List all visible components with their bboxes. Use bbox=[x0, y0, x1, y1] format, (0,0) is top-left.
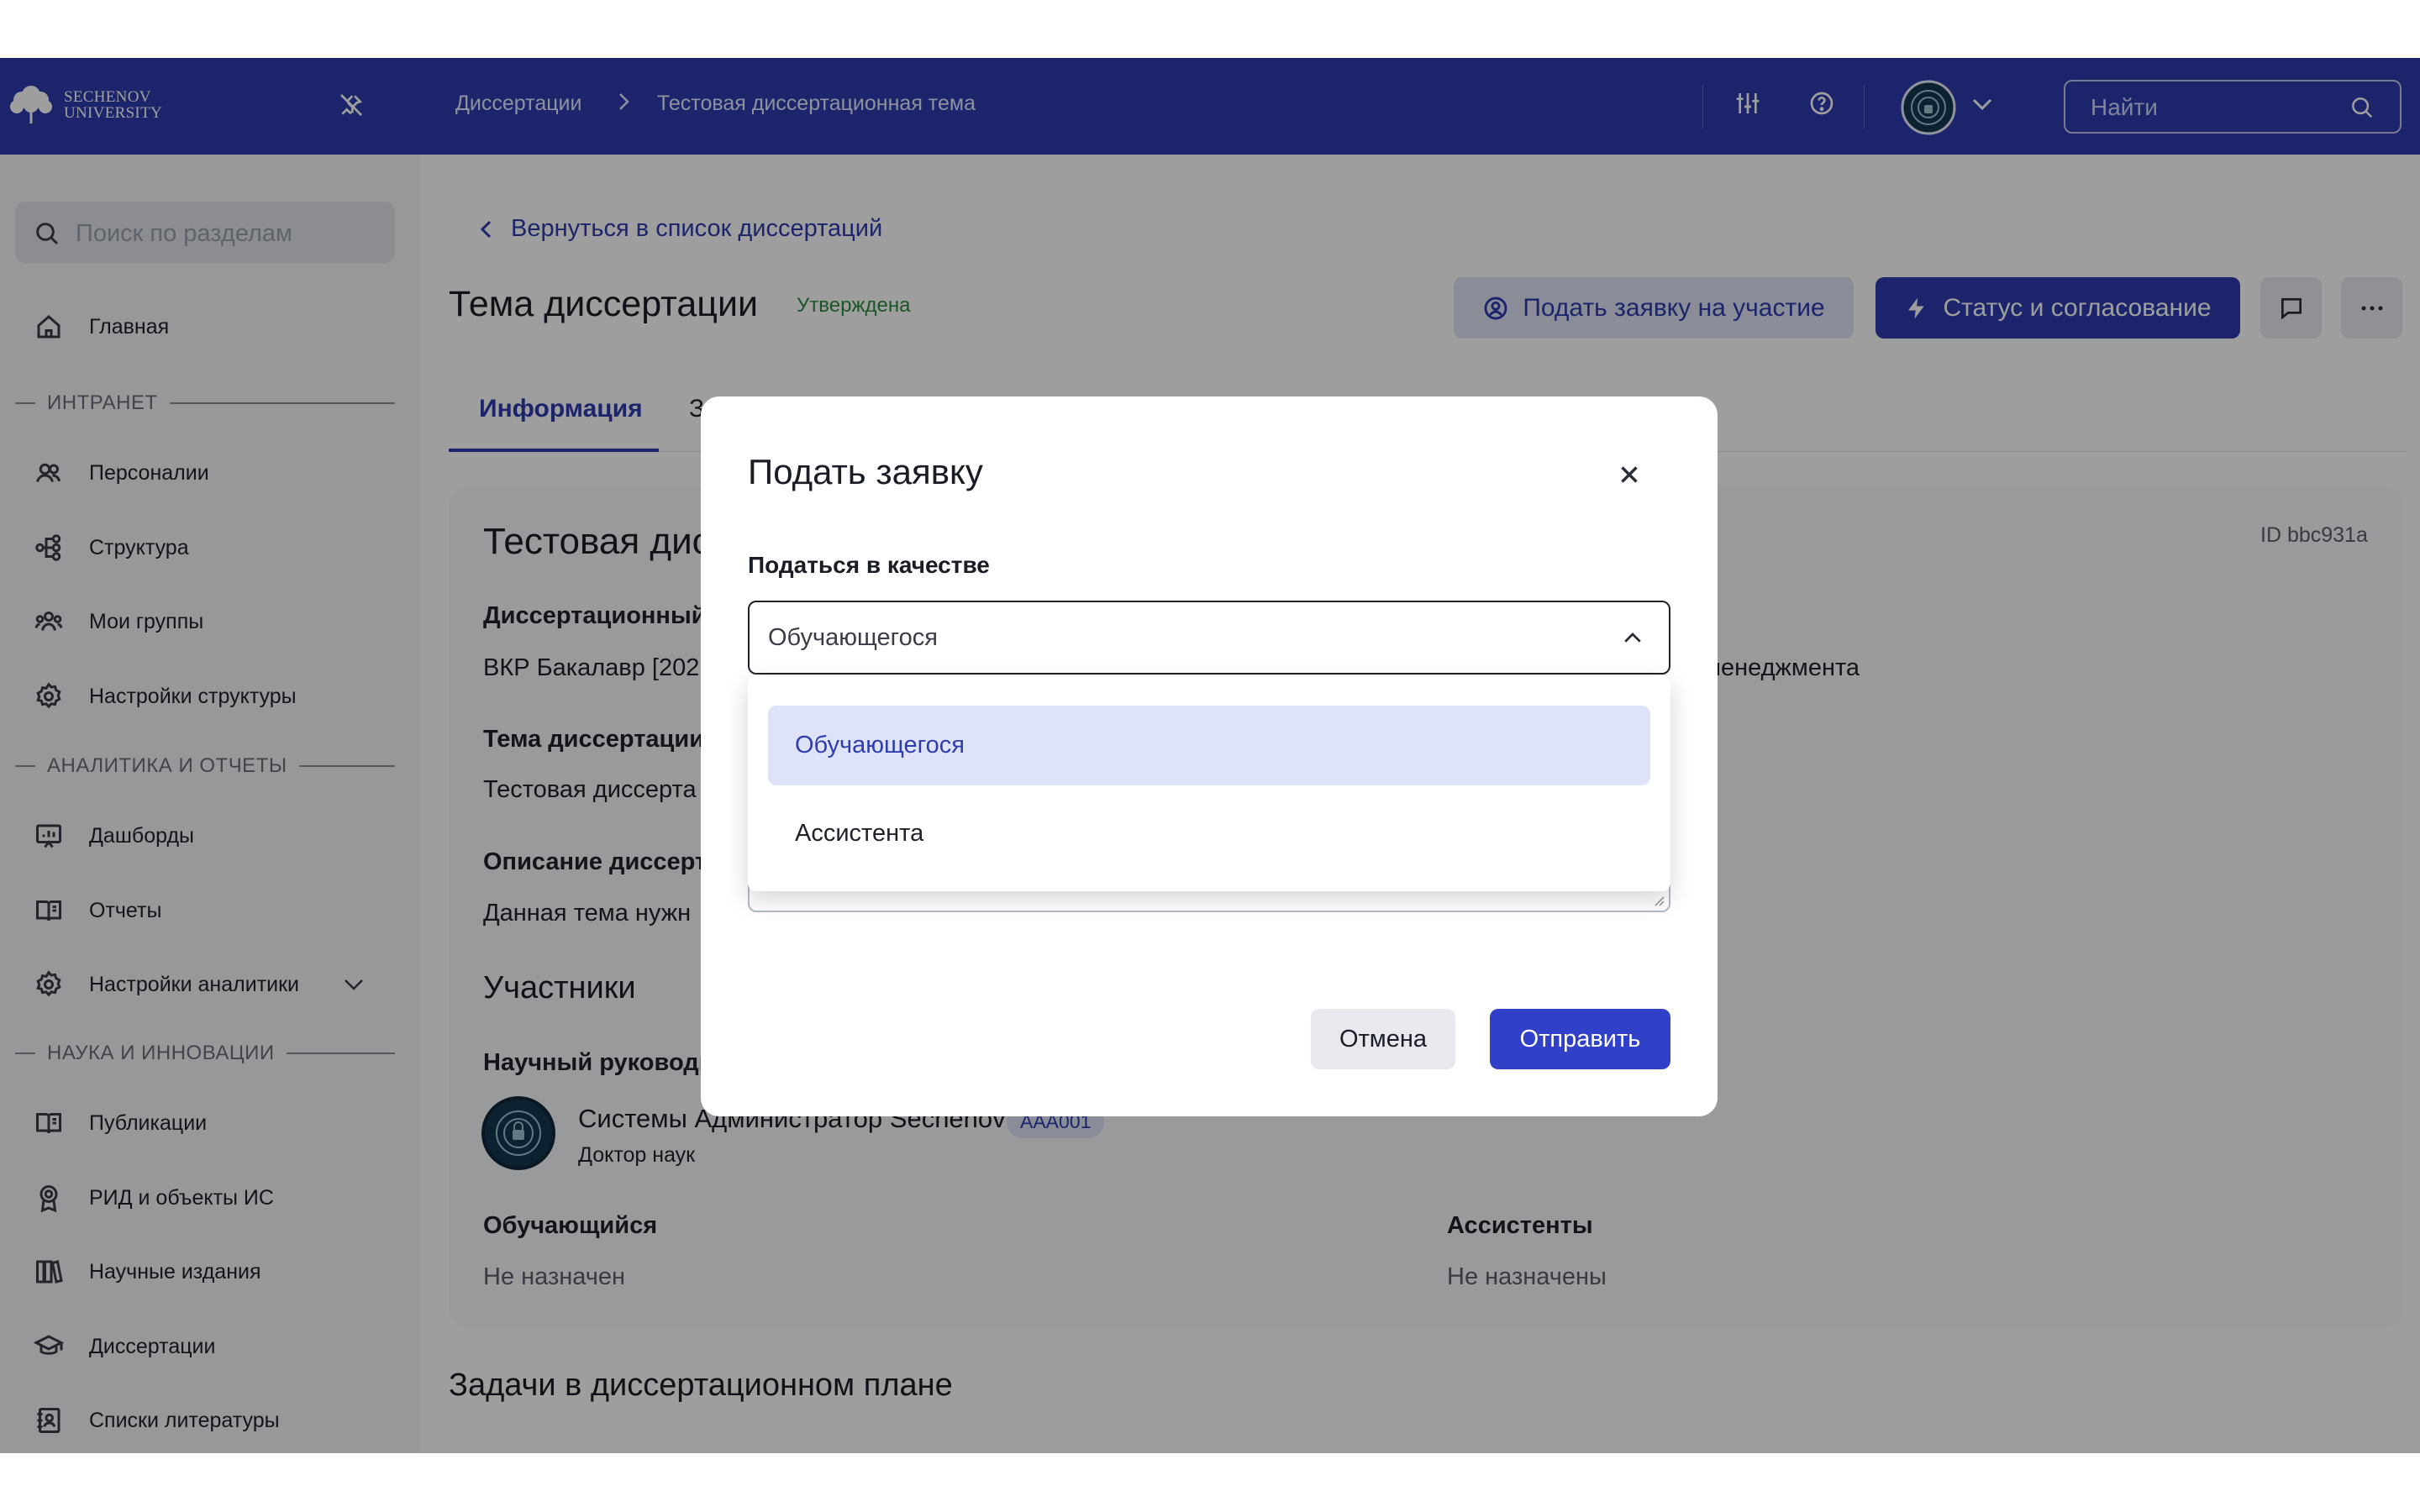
apply-as-label: Податься в качестве bbox=[748, 552, 990, 578]
apply-as-selected-value: Обучающегося bbox=[768, 624, 938, 651]
option-assistant[interactable]: Ассистента bbox=[768, 794, 1650, 874]
apply-as-dropdown: Обучающегося Ассистента bbox=[748, 676, 1670, 891]
option-student[interactable]: Обучающегося bbox=[768, 706, 1650, 785]
apply-modal: Подать заявку Податься в качестве Обучаю… bbox=[701, 396, 1718, 1116]
modal-title: Подать заявку bbox=[748, 452, 983, 491]
cancel-button[interactable]: Отмена bbox=[1311, 1009, 1455, 1069]
apply-as-select[interactable]: Обучающегося bbox=[748, 601, 1670, 675]
submit-button[interactable]: Отправить bbox=[1490, 1009, 1670, 1069]
close-icon bbox=[1621, 466, 1638, 483]
resize-handle-icon[interactable] bbox=[1652, 894, 1665, 907]
chevron-up-icon bbox=[1624, 633, 1641, 643]
close-button[interactable] bbox=[1615, 460, 1644, 489]
